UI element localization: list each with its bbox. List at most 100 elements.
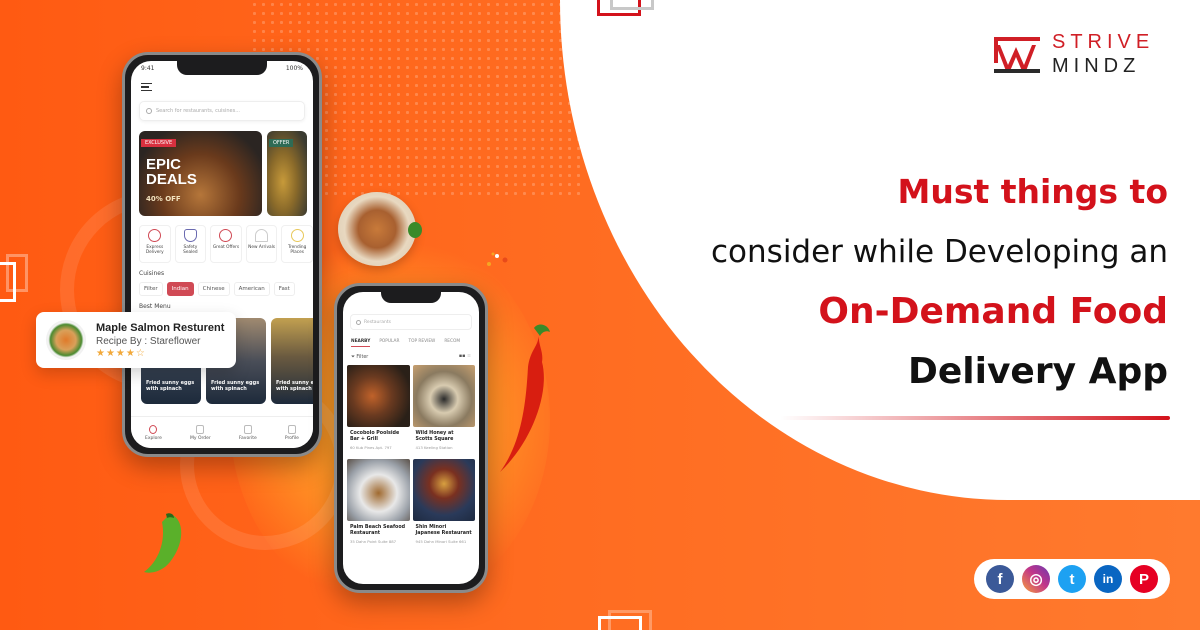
restaurant-tabs: NEARBY POPULAR TOP REVIEW RECOM xyxy=(351,339,479,347)
grid-view-icon[interactable]: ▪▪ xyxy=(459,354,466,359)
category-label: New Arrivals xyxy=(248,245,276,250)
phone-mockup-restaurants: Restaurants NEARBY POPULAR TOP REVIEW RE… xyxy=(334,283,488,593)
category-express-delivery[interactable]: Express Delivery xyxy=(139,225,171,263)
restaurant-card[interactable]: Cocobolo Poolside Bar + Grill 60 Kub Pin… xyxy=(347,365,410,456)
green-chili-image xyxy=(144,513,182,573)
search-icon xyxy=(146,108,152,114)
list-view-icon[interactable]: ≡ xyxy=(467,354,471,359)
brand-logo[interactable]: STRIVE MINDZ xyxy=(990,30,1154,78)
bottom-tab-bar: Explore My Order Favorite Profile xyxy=(131,416,313,448)
hamburger-icon[interactable] xyxy=(141,83,152,91)
phone-notch xyxy=(177,61,267,75)
brand-name-line1: STRIVE xyxy=(1052,31,1155,53)
restaurant-highlight-card[interactable]: Maple Salmon Resturent Recipe By : Stare… xyxy=(36,312,236,368)
twitter-icon[interactable]: t xyxy=(1058,565,1086,593)
restaurant-name: Cocobolo Poolside Bar + Grill xyxy=(350,431,400,442)
instagram-icon[interactable]: ◎ xyxy=(1022,565,1050,593)
restaurant-image xyxy=(347,365,410,427)
profile-icon xyxy=(287,424,296,434)
filter-row: ⏷ Filter ▪▪ ≡ xyxy=(351,354,471,360)
highlight-subtitle: Recipe By : Stareflower xyxy=(96,335,201,347)
category-label: Great Offers xyxy=(212,245,240,250)
phone-screen-restaurants: Restaurants NEARBY POPULAR TOP REVIEW RE… xyxy=(343,292,479,584)
bookmark-icon xyxy=(243,424,252,434)
headline-line4: Delivery App xyxy=(907,351,1168,392)
tab-favorite[interactable]: Favorite xyxy=(238,424,257,441)
tab-my-order[interactable]: My Order xyxy=(190,424,211,441)
category-great-offers[interactable]: Great Offers xyxy=(210,225,242,263)
chip-indian[interactable]: Indian xyxy=(166,282,194,296)
chip-fast[interactable]: Fast xyxy=(273,282,295,296)
headline-line3: On-Demand Food xyxy=(818,291,1168,332)
taco-bowl-image xyxy=(338,192,416,266)
tab-label: Favorite xyxy=(238,435,257,441)
chip-chinese[interactable]: Chinese xyxy=(197,282,230,296)
decor-square xyxy=(610,0,654,10)
highlight-title: Maple Salmon Resturent xyxy=(96,321,225,334)
category-trending-places[interactable]: Trending Places xyxy=(281,225,313,263)
restaurant-address: 413 Keeling Station xyxy=(415,445,453,450)
menu-card-title: Fried sunny eggs with spinach xyxy=(211,380,260,392)
restaurant-card[interactable]: Palm Beach Seafood Restaurant 35 Dahn Po… xyxy=(347,459,410,550)
pinterest-icon[interactable]: P xyxy=(1130,565,1158,593)
banner-offer[interactable]: OFFER xyxy=(267,131,307,216)
tab-profile[interactable]: Profile xyxy=(284,424,299,441)
restaurant-address: 60 Kub Pines Apt. 797 xyxy=(350,445,392,450)
status-time: 9:41 xyxy=(141,65,155,72)
social-links: f ◎ t in P xyxy=(974,559,1170,599)
cuisine-chips: Filter Indian Chinese American Fast xyxy=(139,282,313,296)
decor-square xyxy=(6,254,28,292)
tab-popular[interactable]: POPULAR xyxy=(379,339,399,347)
banner-title-line2: DEALS xyxy=(146,171,197,188)
category-label: Express Delivery xyxy=(145,245,164,255)
food-plate-image xyxy=(46,320,86,360)
category-safety-sealed[interactable]: Safety Sealed xyxy=(174,225,207,263)
restaurant-search-input[interactable]: Restaurants xyxy=(350,314,472,330)
tab-nearby[interactable]: NEARBY xyxy=(351,339,371,347)
tab-label: Explore xyxy=(145,435,162,441)
brand-name-line2: MINDZ xyxy=(1052,55,1141,77)
category-new-arrivals[interactable]: New Arrivals xyxy=(245,225,278,263)
headline-line1: Must things to xyxy=(897,172,1168,211)
red-chili-image xyxy=(500,324,550,472)
phone-screen-home: 9:41 100% Search for restaurants, cuisin… xyxy=(131,61,313,448)
category-label: Safety Sealed xyxy=(183,245,198,255)
restaurant-address: 35 Dahn Point Suite 887 xyxy=(350,539,397,544)
phone-notch xyxy=(381,292,441,303)
filter-button[interactable]: ⏷ Filter xyxy=(351,354,368,360)
menu-card-title: Fried sunny eggs with spinach xyxy=(276,380,313,392)
restaurant-name: Wild Honey at Scotts Square xyxy=(415,431,454,442)
tab-top-review[interactable]: TOP REVIEW xyxy=(408,339,435,347)
headline-line2: consider while Developing an xyxy=(711,234,1168,270)
tab-explore[interactable]: Explore xyxy=(145,424,162,441)
restaurant-name: Shin Minori Japanese Restaurant xyxy=(415,525,472,536)
banner-epic-deals[interactable]: EXCLUSIVE EPIC DEALS 40% OFF xyxy=(139,131,262,216)
status-battery: 100% xyxy=(285,65,303,72)
restaurant-card[interactable]: Shin Minori Japanese Restaurant 945 Dahn… xyxy=(412,459,475,550)
herb-leaf-image xyxy=(408,222,422,238)
star-rating: ★★★★☆ xyxy=(96,347,146,359)
view-toggle[interactable]: ▪▪ ≡ xyxy=(459,354,471,360)
menu-card-title: Fried sunny eggs with spinach xyxy=(146,380,195,392)
cuisines-heading: Cuisines xyxy=(139,270,165,277)
facebook-icon[interactable]: f xyxy=(986,565,1014,593)
search-input[interactable]: Search for restaurants, cuisines... xyxy=(139,101,305,121)
spice-sprinkle xyxy=(485,250,511,270)
restaurant-grid: Cocobolo Poolside Bar + Grill 60 Kub Pin… xyxy=(347,365,475,550)
menu-card[interactable]: Fried sunny eggs with spinach xyxy=(271,318,313,404)
best-menu-heading: Best Menu xyxy=(139,303,171,310)
chip-filter[interactable]: Filter xyxy=(139,282,163,296)
tab-label: My Order xyxy=(190,435,211,441)
restaurant-address: 945 Dahn Minori Suite 661 xyxy=(415,539,467,544)
search-icon xyxy=(356,319,361,325)
banner-title: EPIC DEALS xyxy=(146,157,197,187)
decor-square xyxy=(608,610,652,630)
banner-tag: OFFER xyxy=(269,139,294,147)
tab-label: Profile xyxy=(284,435,299,441)
search-placeholder: Search for restaurants, cuisines... xyxy=(156,108,241,114)
chip-american[interactable]: American xyxy=(233,282,270,296)
restaurant-card[interactable]: Wild Honey at Scotts Square 413 Keeling … xyxy=(412,365,475,456)
headline-underline xyxy=(780,416,1170,420)
linkedin-icon[interactable]: in xyxy=(1094,565,1122,593)
tab-recommended[interactable]: RECOM xyxy=(444,339,460,347)
